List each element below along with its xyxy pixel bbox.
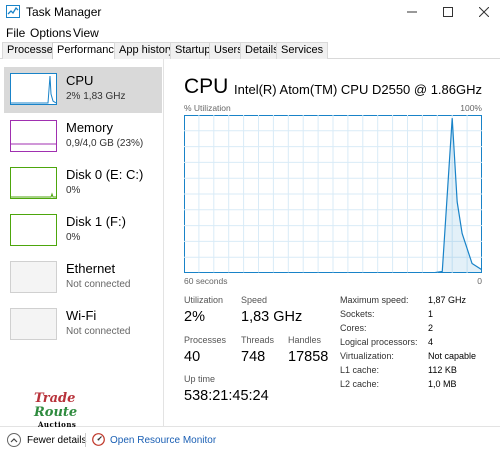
threads-value: 748	[241, 349, 266, 365]
resource-sidebar: CPU 2% 1,83 GHz Memory 0,9/4,0 GB (23%) …	[0, 59, 164, 429]
minimize-icon	[407, 11, 417, 13]
spec-label: Maximum speed:	[340, 295, 409, 305]
wifi-thumbnail-graph	[10, 308, 57, 340]
x-axis-min-label: 0	[477, 276, 482, 286]
cpu-utilization-graph	[184, 115, 482, 273]
threads-label: Threads	[241, 335, 275, 345]
maximize-button[interactable]	[430, 0, 466, 24]
spec-label: L1 cache:	[340, 365, 380, 375]
close-button[interactable]	[466, 0, 500, 24]
sidebar-item-label: Wi-Fi	[66, 308, 97, 323]
sidebar-item-subtext: 2% 1,83 GHz	[66, 91, 126, 102]
task-manager-icon	[6, 5, 20, 18]
handles-value: 17858	[288, 349, 329, 365]
sidebar-item-label: CPU	[66, 73, 94, 88]
spec-value: 2	[428, 323, 434, 333]
disk-1-thumbnail-graph	[10, 214, 57, 246]
menu-options[interactable]: Options	[30, 26, 71, 40]
sidebar-item-label: Memory	[66, 120, 113, 135]
page-title: CPU	[184, 75, 229, 98]
disk-0-thumbnail-graph	[10, 167, 57, 199]
performance-panel: CPU 2% 1,83 GHz Memory 0,9/4,0 GB (23%) …	[0, 59, 500, 429]
handles-label: Handles	[288, 335, 322, 345]
maximize-icon	[443, 7, 453, 17]
sidebar-item-label: Disk 1 (F:)	[66, 214, 126, 229]
ethernet-thumbnail-graph	[10, 261, 57, 293]
trade-route-logo: Trade Route Auctions	[34, 391, 86, 429]
footer-divider	[85, 433, 86, 447]
sidebar-item-memory[interactable]: Memory 0,9/4,0 GB (23%)	[4, 114, 162, 160]
sidebar-item-disk-0[interactable]: Disk 0 (E: C:) 0%	[4, 161, 162, 207]
minimize-button[interactable]	[394, 0, 430, 24]
sidebar-item-label: Ethernet	[66, 261, 116, 276]
window-title: Task Manager	[26, 5, 102, 19]
spec-label: Sockets:	[340, 309, 375, 319]
sidebar-item-ethernet[interactable]: Ethernet Not connected	[4, 255, 162, 301]
title-bar: Task Manager	[0, 0, 500, 24]
footer-bar: Fewer details Open Resource Monitor	[0, 427, 500, 459]
spec-value: 112 KB	[428, 365, 457, 375]
fewer-details-link[interactable]: Fewer details	[27, 435, 86, 446]
disk-0-thumbnail-line	[11, 192, 56, 198]
y-axis-label: % Utilization	[184, 103, 231, 113]
uptime-value: 538:21:45:24	[184, 388, 269, 404]
spec-value: 1	[428, 309, 434, 319]
menu-bar: File Options View	[0, 24, 500, 42]
cpu-thumbnail-graph	[10, 73, 57, 105]
sidebar-item-disk-1[interactable]: Disk 1 (F:) 0%	[4, 208, 162, 254]
menu-view[interactable]: View	[73, 26, 99, 40]
chevron-up-icon[interactable]	[7, 433, 21, 447]
resource-monitor-icon[interactable]	[92, 433, 105, 446]
processes-value: 40	[184, 349, 201, 365]
close-icon	[479, 7, 489, 17]
sidebar-item-subtext: Not connected	[66, 279, 131, 290]
speed-value: 1,83 GHz	[241, 309, 303, 325]
memory-thumbnail-graph	[10, 120, 57, 152]
open-resource-monitor-link[interactable]: Open Resource Monitor	[110, 435, 216, 446]
logo-line-1: Trade	[34, 391, 76, 406]
sidebar-item-subtext: 0%	[66, 232, 81, 243]
sidebar-item-subtext: 0,9/4,0 GB (23%)	[66, 138, 144, 149]
utilization-label: Utilization	[184, 295, 224, 305]
sidebar-item-label: Disk 0 (E: C:)	[66, 167, 144, 182]
chevron-up-glyph	[10, 438, 18, 443]
speed-label: Speed	[241, 295, 268, 305]
spec-label: Logical processors:	[340, 337, 418, 347]
processes-label: Processes	[184, 335, 227, 345]
spec-value: 1,87 GHz	[428, 295, 467, 305]
uptime-label: Up time	[184, 374, 216, 384]
tab-services[interactable]: Services	[276, 42, 329, 59]
sidebar-item-subtext: 0%	[66, 185, 81, 196]
spec-label: L2 cache:	[340, 379, 380, 389]
memory-thumbnail-line	[11, 143, 56, 145]
cpu-detail-panel: CPU Intel(R) Atom(TM) CPU D2550 @ 1.86GH…	[164, 59, 500, 427]
logo-line-2: Route	[34, 405, 78, 420]
y-axis-max-label: 100%	[460, 103, 482, 113]
cpu-model-name: Intel(R) Atom(TM) CPU D2550 @ 1.86GHz	[234, 82, 482, 97]
sidebar-item-subtext: Not connected	[66, 326, 131, 337]
sidebar-item-cpu[interactable]: CPU 2% 1,83 GHz	[4, 67, 162, 113]
spec-label: Cores:	[340, 323, 367, 333]
tab-strip: Processes Performance App history Startu…	[0, 42, 500, 60]
spec-value: 4	[428, 337, 434, 347]
utilization-value: 2%	[184, 309, 205, 325]
spec-label: Virtualization:	[340, 351, 394, 361]
cpu-thumbnail-line	[11, 75, 57, 104]
spec-value: Not capable	[428, 351, 477, 361]
spec-value: 1,0 MB	[428, 379, 457, 389]
sidebar-item-wifi[interactable]: Wi-Fi Not connected	[4, 302, 162, 348]
menu-file[interactable]: File	[6, 26, 25, 40]
x-axis-label: 60 seconds	[184, 276, 228, 286]
